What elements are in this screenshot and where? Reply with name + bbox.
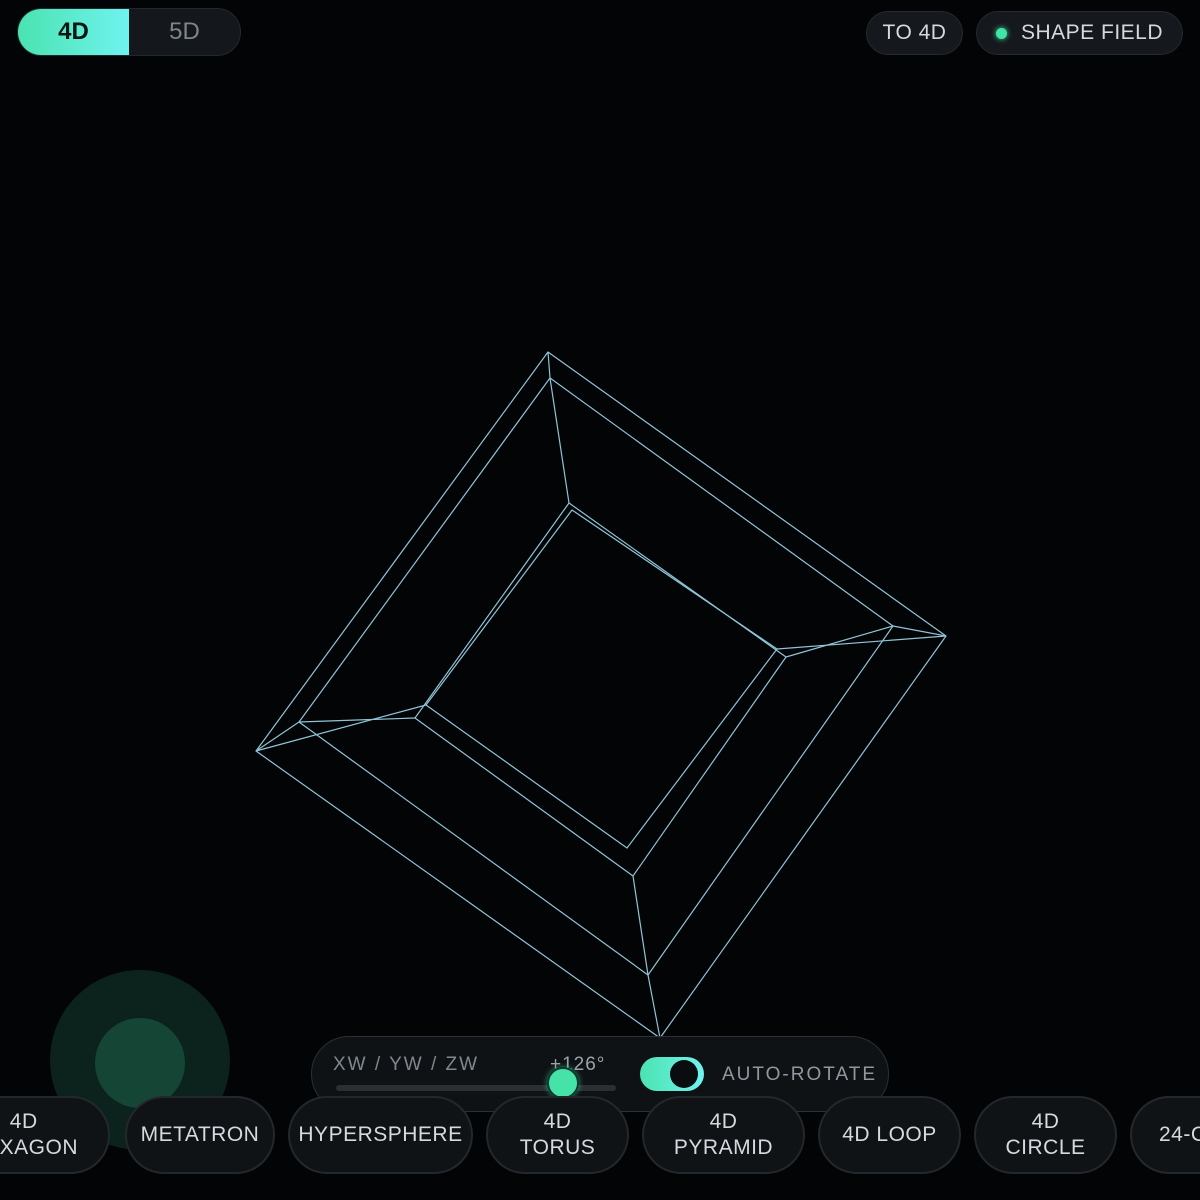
shape-button-hypersphere[interactable]: HYPERSPHERE: [288, 1096, 473, 1174]
outer-cube-back: [298, 377, 894, 976]
inner-cube-back: [425, 509, 778, 849]
outer-cube-front: [255, 351, 947, 1039]
edge-left-outer: [255, 721, 300, 752]
shape-label: 24-CELL: [1159, 1123, 1200, 1146]
angle-slider-thumb[interactable]: [547, 1067, 579, 1099]
shape-label: HYPERSPHERE: [298, 1123, 463, 1146]
edge-left-link: [255, 704, 427, 752]
auto-rotate-label: AUTO-ROTATE: [722, 1064, 877, 1085]
shape-button-4d-hexagon[interactable]: 4D HEXAGON: [0, 1096, 110, 1174]
shape-button-4d-circle[interactable]: 4D CIRCLE: [974, 1096, 1117, 1174]
shape-button-metatron[interactable]: METATRON: [125, 1096, 275, 1174]
toggle-knob: [670, 1060, 698, 1088]
inner-cube-front: [414, 502, 787, 877]
shape-button-4d-pyramid[interactable]: 4D PYRAMID: [642, 1096, 805, 1174]
auto-rotate-toggle[interactable]: [640, 1057, 704, 1091]
shape-label: 4D HEXAGON: [0, 1110, 78, 1159]
shape-button-4d-loop[interactable]: 4D LOOP: [818, 1096, 961, 1174]
joystick-knob[interactable]: [95, 1018, 185, 1108]
edge-bottom-outer: [647, 974, 661, 1039]
edge-top-inner: [549, 377, 570, 504]
shape-button-4d-torus[interactable]: 4D TORUS: [486, 1096, 629, 1174]
edge-right-link: [776, 635, 947, 650]
edge-top-outer: [547, 351, 551, 379]
edge-left-inner: [298, 717, 416, 723]
shape-label: 4D CIRCLE: [1005, 1110, 1086, 1159]
shape-label: METATRON: [140, 1123, 260, 1146]
shape-label: 4D TORUS: [519, 1110, 596, 1159]
shape-button-24-cell[interactable]: 24-CELL: [1130, 1096, 1200, 1174]
shape-label: 4D PYRAMID: [673, 1110, 774, 1159]
rotation-planes-label: XW / YW / ZW: [333, 1054, 480, 1075]
shape-label: 4D LOOP: [842, 1123, 937, 1146]
edge-bottom-inner: [632, 875, 649, 976]
